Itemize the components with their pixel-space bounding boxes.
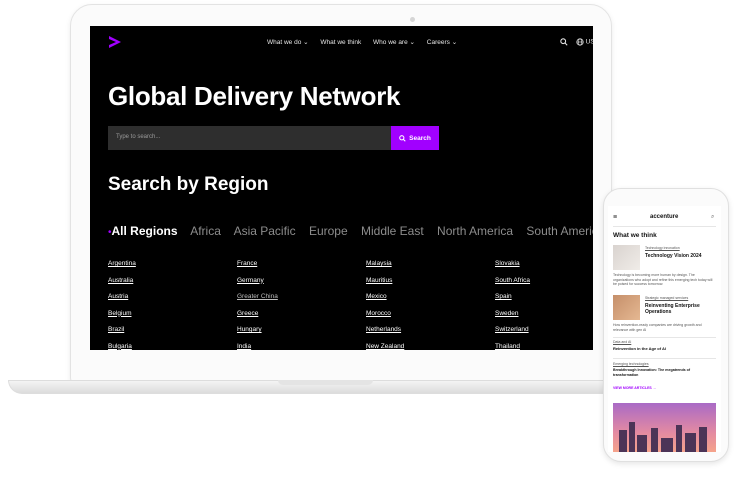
- country-link[interactable]: Brazil: [108, 326, 124, 333]
- building-shape: [676, 425, 682, 452]
- divider: [613, 337, 716, 338]
- region-tabs: •All Regions Africa Asia Pacific Europe …: [108, 224, 593, 238]
- divider: [613, 226, 716, 227]
- country-link[interactable]: Austria: [108, 293, 128, 300]
- article-title[interactable]: Breakthrough Innovation: The megatrends …: [613, 368, 703, 377]
- search-icon: [399, 134, 406, 142]
- active-tab-indicator: •: [108, 227, 112, 238]
- nav-what-we-do[interactable]: What we do ⌄: [267, 39, 309, 46]
- country-link[interactable]: Belgium: [108, 310, 131, 317]
- page-title: Global Delivery Network: [108, 81, 401, 111]
- article-thumbnail[interactable]: [613, 245, 640, 270]
- region-section-title: Search by Region: [108, 174, 269, 195]
- search-button[interactable]: Search: [391, 126, 439, 150]
- tab-europe[interactable]: Europe: [309, 224, 348, 238]
- article-summary: Technology is becoming more human by des…: [613, 273, 713, 286]
- desktop-screen: What we do ⌄ What we think Who we are ⌄ …: [90, 26, 593, 350]
- utility-nav: US: [560, 38, 593, 46]
- country-link[interactable]: Greater China: [237, 293, 278, 300]
- article-tag[interactable]: Data and AI: [613, 340, 631, 344]
- country-link[interactable]: Sweden: [495, 310, 519, 317]
- search-icon[interactable]: [560, 38, 568, 46]
- country-link[interactable]: Netherlands: [366, 326, 401, 333]
- country-link[interactable]: Morocco: [366, 310, 391, 317]
- country-link[interactable]: Hungary: [237, 326, 262, 333]
- country-link[interactable]: Germany: [237, 277, 264, 284]
- tab-middle-east[interactable]: Middle East: [361, 224, 424, 238]
- accenture-logo-icon[interactable]: [107, 34, 123, 50]
- article-title[interactable]: Reinventing Enterprise Operations: [645, 303, 715, 315]
- country-link[interactable]: France: [237, 260, 257, 267]
- mobile-search-icon[interactable]: ⌕: [711, 214, 714, 221]
- country-link[interactable]: Argentina: [108, 260, 136, 267]
- country-link[interactable]: Mexico: [366, 293, 387, 300]
- article-summary: How reinvention-ready companies are driv…: [613, 323, 702, 332]
- building-shape: [685, 433, 696, 452]
- building-shape: [637, 435, 647, 452]
- camera-icon: [410, 17, 415, 22]
- article-thumbnail[interactable]: [613, 295, 640, 320]
- tab-all-regions[interactable]: All Regions: [112, 224, 178, 238]
- tab-north-america[interactable]: North America: [437, 224, 513, 238]
- tab-africa[interactable]: Africa: [190, 224, 221, 238]
- country-link[interactable]: Spain: [495, 293, 512, 300]
- tab-asia-pacific[interactable]: Asia Pacific: [234, 224, 296, 238]
- globe-icon[interactable]: [576, 38, 584, 46]
- search-button-label: Search: [409, 134, 431, 142]
- nav-careers[interactable]: Careers ⌄: [427, 39, 457, 46]
- building-shape: [651, 428, 658, 452]
- country-link[interactable]: South Africa: [495, 277, 530, 284]
- building-shape: [629, 422, 635, 452]
- country-link[interactable]: Australia: [108, 277, 133, 284]
- country-link[interactable]: India: [237, 343, 251, 350]
- mobile-section-heading: What we think: [613, 232, 657, 239]
- main-nav: What we do ⌄ What we think Who we are ⌄ …: [267, 38, 467, 46]
- article-tag[interactable]: Emerging technologies: [613, 362, 649, 366]
- country-link[interactable]: New Zealand: [366, 343, 404, 350]
- article-banner-image[interactable]: [613, 403, 716, 452]
- article-tag[interactable]: Strategic managed services: [645, 296, 688, 300]
- search-input[interactable]: Type to search...: [108, 126, 391, 150]
- article-title[interactable]: Reinvention in the Age of AI: [613, 346, 666, 351]
- country-link[interactable]: Malaysia: [366, 260, 392, 267]
- country-link[interactable]: Switzerland: [495, 326, 529, 333]
- building-shape: [661, 438, 673, 452]
- country-link[interactable]: Mauritius: [366, 277, 392, 284]
- article-title[interactable]: Technology Vision 2024: [645, 253, 702, 259]
- country-link[interactable]: Greece: [237, 310, 258, 317]
- country-link[interactable]: Bulgaria: [108, 343, 132, 350]
- locale-label[interactable]: US: [586, 39, 593, 46]
- hamburger-menu-icon[interactable]: ≡: [613, 214, 617, 221]
- country-link[interactable]: Slovakia: [495, 260, 520, 267]
- nav-what-we-think[interactable]: What we think: [320, 39, 361, 46]
- divider: [613, 358, 716, 359]
- view-more-link[interactable]: VIEW MORE ARTICLES →: [613, 386, 656, 390]
- laptop-notch: [278, 380, 373, 385]
- search-placeholder: Type to search...: [116, 134, 161, 140]
- building-shape: [699, 427, 707, 452]
- mobile-screen: ≡ accenture ⌕ What we think Technology i…: [608, 206, 721, 452]
- nav-who-we-are[interactable]: Who we are ⌄: [373, 39, 415, 46]
- article-tag[interactable]: Technology innovation: [645, 246, 680, 250]
- tab-south-america[interactable]: South America: [526, 224, 593, 238]
- country-link[interactable]: Thailand: [495, 343, 520, 350]
- building-shape: [619, 430, 627, 452]
- mobile-brand-logo[interactable]: accenture: [650, 214, 678, 220]
